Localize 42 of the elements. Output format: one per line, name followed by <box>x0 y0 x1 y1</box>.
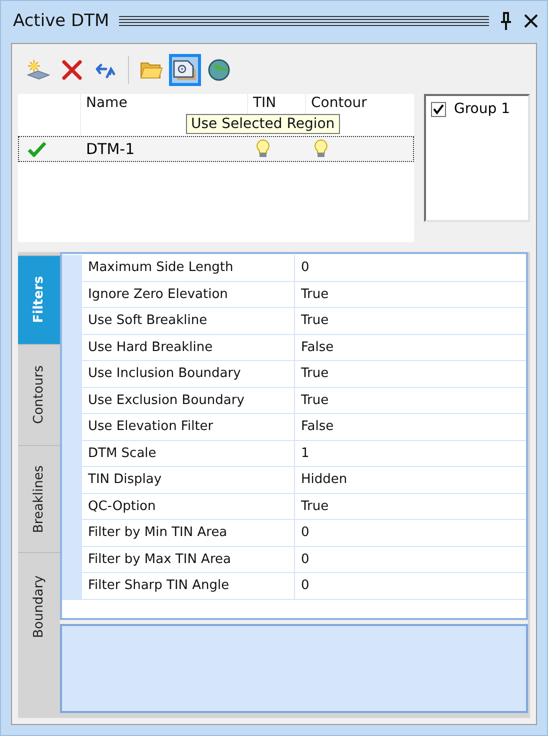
property-value[interactable]: 0 <box>294 573 526 600</box>
property-value[interactable]: 0 <box>294 520 526 546</box>
property-name: Ignore Zero Elevation <box>82 282 294 308</box>
property-name: Filter Sharp TIN Angle <box>82 573 294 600</box>
property-name: DTM Scale <box>82 440 294 467</box>
property-name: Use Elevation Filter <box>82 414 294 440</box>
property-value[interactable]: True <box>294 494 526 520</box>
column-header[interactable]: TIN <box>248 95 276 111</box>
lit-bulb-icon[interactable] <box>314 139 328 159</box>
property-name: TIN Display <box>82 467 294 494</box>
property-value[interactable]: 0 <box>294 255 526 282</box>
property-name: Filter by Max TIN Area <box>82 546 294 573</box>
property-name: Use Hard Breakline <box>82 334 294 361</box>
property-name: Use Exclusion Boundary <box>82 388 294 414</box>
dtm-name: DTM-1 <box>85 140 136 158</box>
property-value[interactable]: True <box>294 308 526 334</box>
property-value[interactable]: True <box>294 361 526 388</box>
column-header[interactable]: Contour <box>306 95 367 111</box>
property-value[interactable]: Hidden <box>294 467 526 494</box>
checkbox[interactable] <box>431 102 446 116</box>
property-value[interactable]: 0 <box>294 546 526 573</box>
property-value[interactable]: False <box>294 334 526 361</box>
property-name: Filter by Min TIN Area <box>82 520 294 546</box>
dtm-row[interactable]: DTM-1 <box>18 136 414 162</box>
globe-icon[interactable] <box>207 58 231 82</box>
property-value[interactable]: 1 <box>294 440 526 467</box>
property-value[interactable]: False <box>294 414 526 440</box>
pin-icon[interactable] <box>499 12 513 30</box>
sparkle-tile-icon[interactable] <box>26 59 50 81</box>
lit-bulb-icon[interactable] <box>256 139 270 159</box>
close-icon[interactable] <box>523 13 539 29</box>
property-name: Maximum Side Length <box>82 255 294 282</box>
delete-icon[interactable] <box>61 59 83 81</box>
column-header[interactable]: Name <box>81 95 128 111</box>
property-value[interactable]: True <box>294 282 526 308</box>
property-name: Use Soft Breakline <box>82 308 294 334</box>
property-name: Use Inclusion Boundary <box>82 361 294 388</box>
property-name: QC-Option <box>82 494 294 520</box>
window-title: Active DTM <box>13 11 110 31</box>
tooltip: Use Selected Region <box>186 114 340 134</box>
group-label[interactable]: Group 1 <box>454 101 510 117</box>
property-value[interactable]: True <box>294 388 526 414</box>
